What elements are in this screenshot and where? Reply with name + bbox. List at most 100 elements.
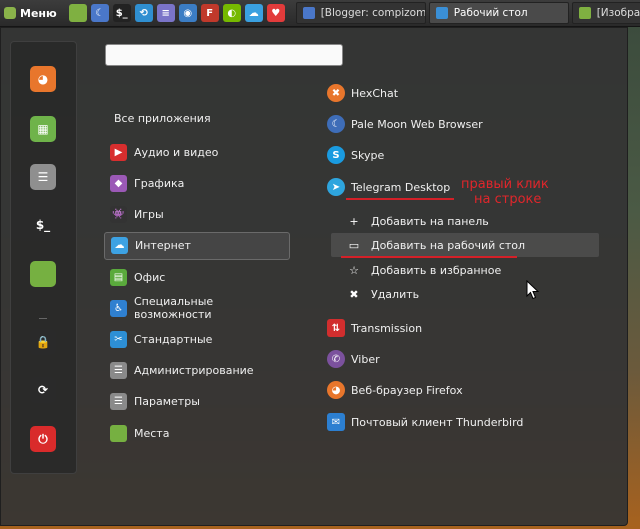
window-list-item[interactable]: [Изобра [571, 2, 640, 24]
firefox-icon: ◕ [37, 72, 49, 86]
places-folder-icon [110, 424, 127, 442]
context-menu-label: Добавить на рабочий стол [371, 238, 526, 252]
category-item[interactable]: 👾 Игры [104, 201, 290, 229]
desktop-icon: ▭ [348, 238, 360, 252]
category-item[interactable]: ☰ Параметры [104, 388, 290, 416]
transmission-icon: ⇅ [327, 319, 345, 337]
app-icon-glyph: ◕ [331, 384, 341, 396]
panel-launcher-weather-icon[interactable]: ☁ [244, 4, 263, 22]
category-all-applications[interactable]: Все приложения [114, 112, 211, 125]
mint-logo-icon [4, 7, 16, 19]
context-menu-label: Удалить [371, 287, 420, 301]
app-icon-glyph: S [332, 149, 340, 161]
favorite-logout[interactable]: ⟳ [30, 377, 56, 403]
menu-button[interactable]: Меню [0, 0, 63, 26]
plus-icon: + [349, 214, 359, 228]
panel-launcher-screenshot-icon[interactable]: ◉ [178, 4, 197, 22]
app-icon-glyph: ✖ [331, 87, 341, 99]
context-menu-item[interactable]: ☆ Добавить в избранное [331, 258, 599, 282]
app-icon-glyph: ✆ [331, 353, 341, 365]
category-icon-glyph: ☰ [114, 365, 123, 377]
favorite-terminal[interactable]: $_ [30, 212, 56, 238]
app-item[interactable]: S Skype [327, 142, 384, 168]
app-item[interactable]: ✉ Почтовый клиент Thunderbird [327, 409, 523, 435]
category-item[interactable]: ✂ Стандартные [104, 325, 290, 353]
app-item[interactable]: ◕ Веб-браузер Firefox [327, 377, 463, 403]
panel-launcher-notes-icon[interactable]: ≡ [156, 4, 175, 22]
window-title: [Изобра [596, 7, 640, 19]
category-icon-glyph: ♿ [114, 302, 123, 314]
top-panel: Меню ☾ $_ ⟲ ≡ ◉ F ◐ ☁ ♥ [Blogger: compizoma… Рабо… [0, 0, 640, 27]
panel-launcher-app-red-icon[interactable]: F [200, 4, 219, 22]
panel-launcher-heart-icon[interactable]: ♥ [266, 4, 285, 22]
app-label: Почтовый клиент Thunderbird [351, 415, 524, 429]
application-menu: ◕ ▦ ☰ $_ 🔒 ⟳ ⏻ Все приложения ▶ Аудио и видео ◆ Г… [0, 27, 628, 526]
category-item[interactable]: ☰ Администрирование [104, 357, 290, 385]
favorite-lock[interactable]: 🔒 [30, 329, 56, 355]
panel-launcher-settings-icon[interactable]: ⟲ [134, 4, 153, 22]
firefox-icon: ◕ [327, 381, 345, 399]
category-label: Аудио и видео [134, 145, 219, 159]
panel-launcher-folder-icon[interactable] [68, 4, 87, 22]
logout-icon: ⟳ [37, 383, 49, 397]
panel-launcher-pale-moon-icon[interactable]: ☾ [90, 4, 109, 22]
category-item[interactable]: ♿ Специальные возможности [104, 294, 290, 322]
app-item[interactable]: ➤ Telegram Desktop [327, 174, 450, 200]
panel-launcher-terminal-icon[interactable]: $_ [112, 4, 131, 22]
context-menu-label: Добавить на панель [371, 214, 489, 228]
menu-button-label: Меню [20, 6, 57, 20]
office-icon: ▤ [110, 268, 127, 286]
window-list-item[interactable]: Рабочий стол [428, 2, 569, 24]
app-item[interactable]: ✖ HexChat [327, 80, 398, 106]
pale-moon-icon: ☾ [327, 115, 345, 133]
app-label: Viber [351, 352, 380, 366]
favorite-power[interactable]: ⏻ [30, 426, 56, 452]
software-manager-icon: ▦ [37, 122, 49, 136]
app-item[interactable]: ⇅ Transmission [327, 315, 422, 341]
mouse-cursor-icon [526, 280, 540, 300]
category-label: Параметры [134, 395, 200, 409]
favorite-settings-toggle[interactable]: ☰ [30, 164, 56, 190]
annotation-underline-desktop [341, 256, 517, 258]
graphics-icon: ◆ [110, 174, 127, 192]
category-icon-glyph: ✂ [114, 333, 123, 345]
window-list-item[interactable]: [Blogger: compizoma… [295, 2, 426, 24]
favorite-software-manager[interactable]: ▦ [30, 116, 56, 142]
app-icon-glyph: ☾ [331, 118, 341, 130]
category-item[interactable]: Места [104, 419, 290, 447]
app-label: Веб-браузер Firefox [351, 383, 463, 397]
context-menu-item[interactable]: ✖ Удалить [331, 282, 599, 306]
category-item[interactable]: ◆ Графика [104, 169, 290, 197]
category-item[interactable]: ▶ Аудио и видео [104, 138, 290, 166]
category-item[interactable]: ☁ Интернет [104, 231, 290, 260]
viber-icon: ✆ [327, 350, 345, 368]
context-menu-item[interactable]: + Добавить на панель [331, 209, 599, 233]
app-label: Transmission [351, 321, 423, 335]
panel-launcher-nvidia-icon[interactable]: ◐ [222, 4, 241, 22]
app-item[interactable]: ☾ Pale Moon Web Browser [327, 111, 483, 137]
thunderbird-icon: ✉ [327, 413, 345, 431]
search-input[interactable] [105, 44, 343, 66]
window-app-icon [578, 7, 591, 19]
settings-toggle-icon: ☰ [37, 170, 49, 184]
category-icon-glyph: ☰ [114, 396, 123, 408]
app-icon-glyph: ✉ [331, 416, 341, 428]
star-icon: ☆ [349, 263, 359, 277]
internet-icon: ☁ [111, 237, 128, 255]
accessories-icon: ✂ [110, 330, 127, 348]
category-label: Места [134, 426, 170, 440]
context-menu-item[interactable]: ▭ Добавить на рабочий стол [331, 233, 599, 257]
category-icon-glyph: ▶ [114, 146, 123, 158]
favorite-firefox[interactable]: ◕ [30, 66, 56, 92]
category-label: Офис [134, 270, 166, 284]
category-label: Графика [134, 176, 185, 190]
favorites-separator [39, 318, 47, 319]
app-icon-glyph: ⇅ [331, 322, 341, 334]
category-item[interactable]: ▤ Офис [104, 263, 290, 291]
audio-video-icon: ▶ [110, 143, 127, 161]
app-item[interactable]: ✆ Viber [327, 346, 380, 372]
weather-icon: ☁ [248, 7, 259, 19]
pale-moon-icon: ☾ [95, 7, 105, 19]
favorite-files-folder[interactable] [30, 261, 56, 287]
annotation-underline-telegram [346, 198, 454, 200]
